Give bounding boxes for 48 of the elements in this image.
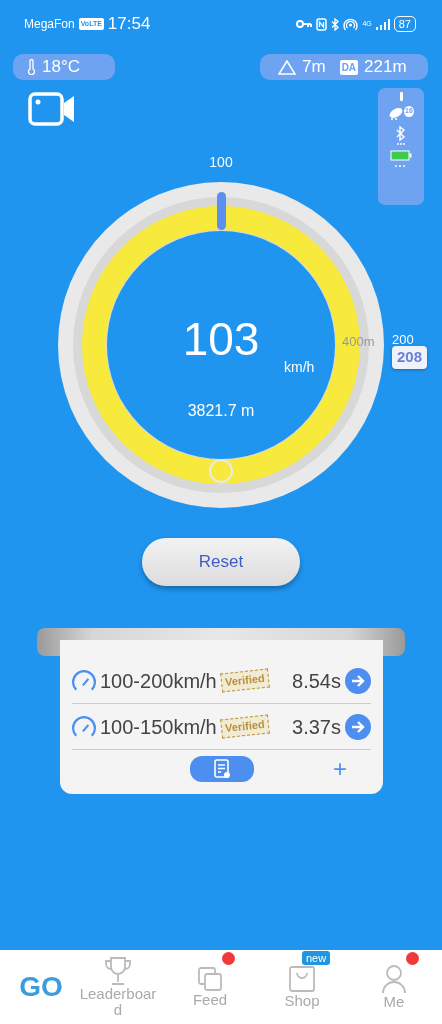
hotspot-icon xyxy=(343,17,359,31)
mountain-icon xyxy=(278,59,296,75)
carrier-name: MegaFon xyxy=(24,16,75,33)
arrow-right-icon[interactable] xyxy=(345,713,371,740)
history-button[interactable] xyxy=(189,756,254,782)
signal-icon xyxy=(375,18,390,30)
thermometer-icon xyxy=(27,59,36,75)
temperature-value: 18°C xyxy=(42,56,80,79)
shopping-bag-icon xyxy=(288,964,316,993)
verified-stamp: Verified xyxy=(219,668,270,693)
add-button[interactable]: + xyxy=(327,756,353,782)
cards-icon xyxy=(197,965,223,992)
run-range: 100-150km/h xyxy=(100,714,217,740)
person-icon xyxy=(381,963,407,994)
nav-tab[interactable]: Leaderboard xyxy=(72,950,164,1024)
run-range: 100-200km/h xyxy=(100,668,217,694)
nav-tab[interactable]: GO xyxy=(10,950,72,1024)
gauge-top-label: 100 xyxy=(209,154,233,170)
altitude-value: 7m xyxy=(302,56,326,79)
nav-tab[interactable]: new Shop xyxy=(256,950,348,1024)
density-altitude-value: 221m xyxy=(364,56,407,79)
nav-tab[interactable]: Me xyxy=(348,950,440,1024)
clock: 17:54 xyxy=(107,13,151,36)
battery-level: 87 xyxy=(393,16,416,32)
speedometer-icon xyxy=(72,716,96,737)
arrow-right-icon[interactable] xyxy=(345,667,371,694)
nfc-icon xyxy=(316,17,328,31)
speed-value: 103 xyxy=(182,313,260,365)
verified-stamp: Verified xyxy=(219,714,270,739)
reset-button[interactable]: Reset xyxy=(142,538,300,586)
gauge-scale-label: 200 xyxy=(392,331,414,349)
nav-tab[interactable]: Feed xyxy=(164,950,256,1024)
bluetooth-icon xyxy=(396,125,406,145)
distance-value: 3821.7 m xyxy=(187,402,255,419)
document-clock-icon xyxy=(213,759,230,779)
speed-unit: km/h xyxy=(284,358,315,377)
trophy-icon xyxy=(104,955,132,986)
run-time: 3.37s xyxy=(292,714,341,740)
battery-icon xyxy=(390,150,412,168)
video-camera-icon[interactable] xyxy=(28,92,76,126)
new-badge: new xyxy=(302,951,331,965)
key-icon xyxy=(296,20,313,28)
speed-marker-badge: 208 xyxy=(392,346,428,369)
bluetooth-icon xyxy=(331,17,340,31)
speedometer-icon xyxy=(72,670,96,691)
satellite-icon xyxy=(388,106,405,120)
run-time: 8.54s xyxy=(292,668,341,694)
density-altitude-label: DA xyxy=(339,59,359,75)
